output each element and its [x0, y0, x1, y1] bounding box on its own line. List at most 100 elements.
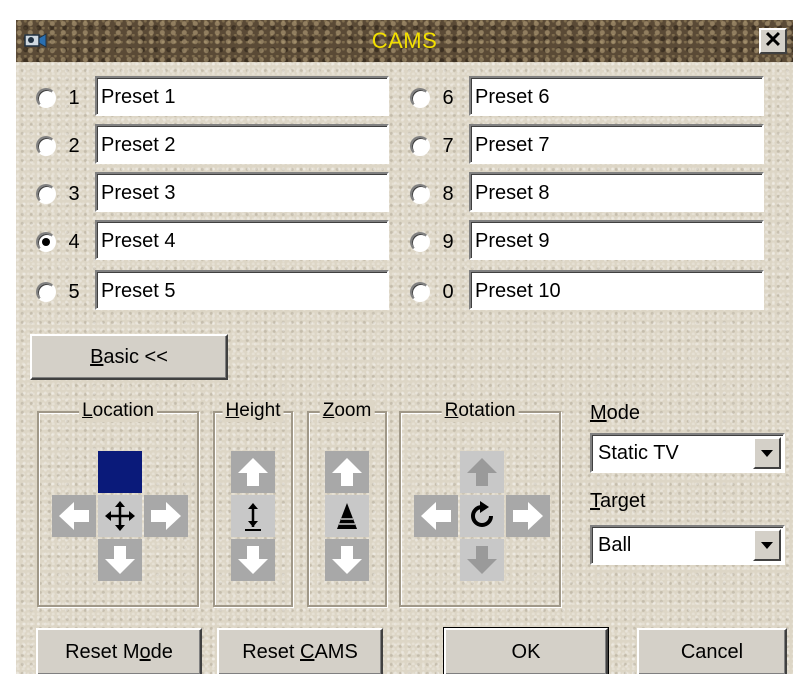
mode-dropdown-button[interactable] [753, 437, 781, 469]
preset-number: 9 [442, 230, 454, 253]
zoom-out-button[interactable] [325, 539, 369, 581]
target-select-value: Ball [598, 534, 632, 556]
preset-number: 1 [68, 86, 80, 109]
reset-cams-button[interactable]: Reset CAMS [217, 628, 383, 674]
ok-label: OK [511, 640, 541, 663]
cams-window: CAMS ✕ 1 2 3 4 5 6 7 8 [14, 18, 793, 674]
location-move-button[interactable] [98, 495, 142, 537]
preset-name-field-6[interactable] [469, 76, 764, 116]
chevron-down-icon [761, 450, 773, 457]
preset-radio-4[interactable] [36, 232, 56, 252]
preset-row-8: 8 [410, 174, 460, 214]
cancel-label: Cancel [680, 640, 744, 663]
height-up-button[interactable] [231, 451, 275, 493]
location-up-button[interactable] [98, 451, 142, 493]
reset-mode-button[interactable]: Reset Mode [36, 628, 202, 674]
rotation-left-button[interactable] [414, 495, 458, 537]
preset-row-9: 9 [410, 222, 460, 262]
preset-number: 7 [442, 134, 454, 157]
rotation-right-button[interactable] [506, 495, 550, 537]
preset-radio-2[interactable] [36, 136, 56, 156]
preset-row-5: 5 [36, 272, 86, 312]
preset-number: 0 [442, 280, 454, 303]
rotation-reset-button[interactable] [460, 495, 504, 537]
location-down-button[interactable] [98, 539, 142, 581]
target-select[interactable]: Ball [590, 525, 785, 565]
arrow-left-icon [59, 502, 89, 530]
arrow-up-icon [105, 458, 135, 486]
rotation-up-button[interactable] [460, 451, 504, 493]
preset-name-field-1[interactable] [95, 76, 389, 116]
arrow-down-icon [332, 546, 362, 574]
preset-number: 3 [68, 182, 80, 205]
arrow-left-icon [421, 502, 451, 530]
zoom-reset-button[interactable] [325, 495, 369, 537]
height-down-button[interactable] [231, 539, 275, 581]
location-left-button[interactable] [52, 495, 96, 537]
height-group-label: Height [222, 400, 284, 422]
mode-select[interactable]: Static TV [590, 433, 785, 473]
location-group-label: Location [79, 400, 157, 422]
preset-radio-7[interactable] [410, 136, 430, 156]
preset-name-field-4[interactable] [95, 220, 389, 260]
preset-name-field-5[interactable] [95, 270, 389, 310]
mode-label: Mode [590, 402, 641, 424]
arrow-right-icon [513, 502, 543, 530]
preset-number: 5 [68, 280, 80, 303]
preset-row-7: 7 [410, 126, 460, 166]
rotation-group: Rotation [399, 400, 561, 607]
arrow-down-icon [238, 546, 268, 574]
preset-number: 2 [68, 134, 80, 157]
preset-radio-6[interactable] [410, 88, 430, 108]
zoom-group-label: Zoom [319, 400, 375, 422]
preset-row-2: 2 [36, 126, 86, 166]
move-icon [105, 501, 135, 531]
preset-name-field-9[interactable] [469, 220, 764, 260]
preset-row-6: 6 [410, 78, 460, 118]
preset-number: 8 [442, 182, 454, 205]
preset-radio-1[interactable] [36, 88, 56, 108]
rotation-down-button[interactable] [460, 539, 504, 581]
preset-radio-3[interactable] [36, 184, 56, 204]
reset-cams-label: Reset CAMS [242, 640, 358, 663]
preset-row-1: 1 [36, 78, 86, 118]
height-reset-button[interactable] [231, 495, 275, 537]
preset-radio-8[interactable] [410, 184, 430, 204]
cancel-button[interactable]: Cancel [637, 628, 787, 674]
ok-button[interactable]: OK [443, 627, 609, 674]
preset-radio-9[interactable] [410, 232, 430, 252]
height-adjust-icon [245, 503, 261, 531]
arrow-down-icon [467, 546, 497, 574]
preset-name-field-8[interactable] [469, 172, 764, 212]
target-dropdown-button[interactable] [753, 529, 781, 561]
preset-name-field-3[interactable] [95, 172, 389, 212]
rotate-icon [471, 501, 493, 527]
preset-name-field-7[interactable] [469, 124, 764, 164]
height-group: Height [213, 400, 293, 607]
preset-number: 6 [442, 86, 454, 109]
title-bar[interactable]: CAMS ✕ [16, 20, 793, 62]
basic-toggle-button[interactable]: Basic << [30, 334, 228, 380]
chevron-down-icon [761, 542, 773, 549]
location-right-button[interactable] [144, 495, 188, 537]
rotation-group-label: Rotation [441, 400, 519, 422]
preset-row-10: 0 [410, 272, 460, 312]
arrow-up-icon [467, 458, 497, 486]
zoom-in-button[interactable] [325, 451, 369, 493]
preset-row-3: 3 [36, 174, 86, 214]
close-button[interactable]: ✕ [759, 28, 787, 54]
preset-number: 4 [68, 230, 80, 253]
preset-name-field-10[interactable] [469, 270, 764, 310]
basic-button-label: Basic << [90, 345, 168, 368]
location-group: Location [37, 400, 199, 607]
preset-row-4: 4 [36, 222, 86, 262]
preset-radio-5[interactable] [36, 282, 56, 302]
mode-select-value: Static TV [598, 442, 679, 464]
arrow-right-icon [151, 502, 181, 530]
close-icon: ✕ [763, 27, 783, 52]
reset-mode-label: Reset Mode [65, 640, 173, 663]
arrow-up-icon [332, 458, 362, 486]
zoom-cone-icon [337, 503, 357, 529]
preset-radio-10[interactable] [410, 282, 430, 302]
preset-name-field-2[interactable] [95, 124, 389, 164]
